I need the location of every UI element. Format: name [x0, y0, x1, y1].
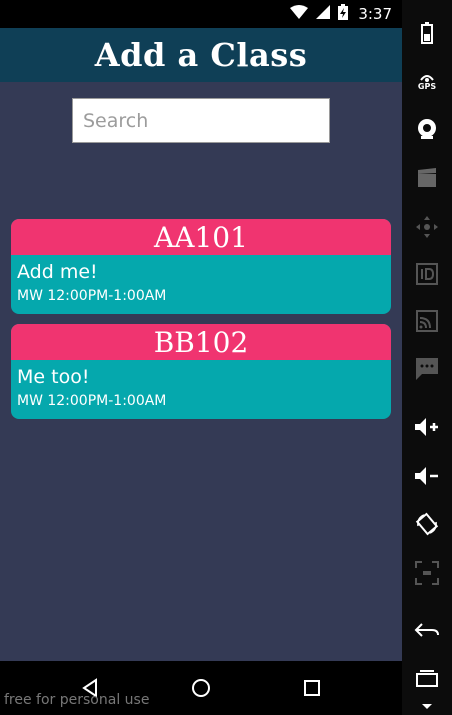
back-icon	[414, 623, 439, 637]
cast-button[interactable]	[402, 306, 452, 336]
toolbar-back-button[interactable]	[402, 615, 452, 645]
status-bar: 3:37	[0, 0, 402, 28]
sms-icon	[416, 358, 438, 380]
toolbar-recents-button[interactable]	[402, 663, 452, 693]
emulator-toolbar: GPS	[402, 0, 452, 715]
search-input[interactable]	[73, 99, 329, 142]
battery-icon	[421, 22, 433, 44]
status-time: 3:37	[358, 5, 392, 23]
phone-screen: 3:37 Add a Class AA101 Add me! MW 12:00P…	[0, 0, 402, 715]
rotate-icon	[415, 512, 439, 536]
class-code: BB102	[153, 325, 249, 359]
recents-icon	[416, 670, 438, 687]
id-button[interactable]	[402, 259, 452, 289]
class-code: AA101	[154, 220, 248, 254]
media-icon	[418, 168, 436, 187]
gps-icon	[420, 74, 434, 82]
camera-button[interactable]	[402, 114, 452, 144]
volume-down-button[interactable]	[402, 461, 452, 491]
class-card[interactable]: AA101 Add me! MW 12:00PM-1:00AM	[11, 219, 391, 314]
pixel-perfect-icon	[415, 561, 439, 585]
volume-down-icon	[415, 467, 438, 485]
id-icon	[416, 263, 438, 285]
wifi-icon	[290, 4, 309, 24]
gps-button[interactable]: GPS	[402, 66, 452, 96]
sms-button[interactable]	[402, 354, 452, 384]
class-card[interactable]: BB102 Me too! MW 12:00PM-1:00AM	[11, 324, 391, 419]
class-title: Add me!	[17, 261, 98, 283]
class-title: Me too!	[17, 366, 90, 388]
class-card-header: AA101	[11, 219, 391, 255]
dpad-icon	[416, 216, 438, 238]
battery-charging-icon	[338, 3, 349, 25]
signal-icon	[316, 4, 331, 24]
class-card-body: Add me! MW 12:00PM-1:00AM	[11, 255, 391, 311]
chevron-down-icon	[422, 704, 432, 709]
gps-label: GPS	[417, 81, 437, 91]
dpad-button[interactable]	[402, 212, 452, 242]
watermark: free for personal use	[4, 692, 150, 708]
home-icon	[192, 679, 210, 697]
camera-icon	[418, 119, 436, 139]
search-box[interactable]	[72, 98, 330, 143]
rotate-button[interactable]	[402, 509, 452, 539]
app-header: Add a Class	[0, 28, 402, 82]
toolbar-more-button[interactable]	[402, 700, 452, 714]
pixel-perfect-button[interactable]	[402, 558, 452, 588]
media-button[interactable]	[402, 163, 452, 193]
class-card-header: BB102	[11, 324, 391, 360]
recents-button[interactable]	[282, 661, 342, 715]
recents-icon	[304, 680, 320, 696]
home-button[interactable]	[171, 661, 231, 715]
class-card-body: Me too! MW 12:00PM-1:00AM	[11, 360, 391, 416]
class-schedule: MW 12:00PM-1:00AM	[17, 393, 167, 409]
page-title: Add a Class	[94, 36, 308, 74]
cast-icon	[416, 310, 438, 332]
battery-button[interactable]	[402, 18, 452, 48]
volume-up-button[interactable]	[402, 412, 452, 442]
volume-up-icon	[415, 418, 438, 436]
class-schedule: MW 12:00PM-1:00AM	[17, 288, 167, 304]
